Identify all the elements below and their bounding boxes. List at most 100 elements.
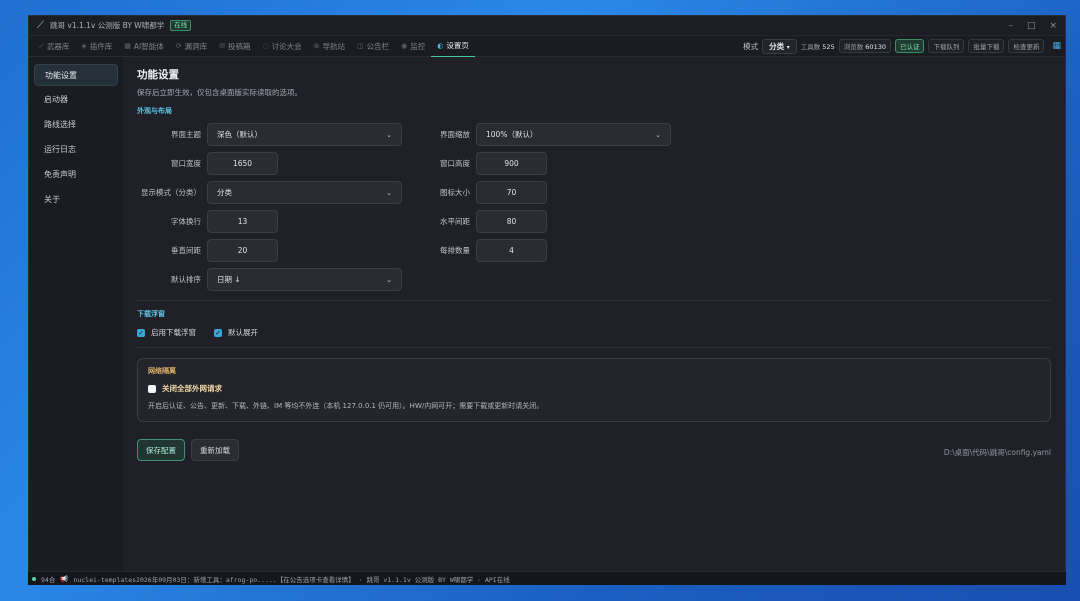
tab-label: AI智能体 xyxy=(133,41,164,51)
zoom-label: 界面缩放 xyxy=(440,130,470,139)
mode-select[interactable]: 分类 ▾ xyxy=(762,38,797,54)
nav-bar: ⟋ 武器库 ◈ 插件库 ▦ AI智能体 ⟳ 漏洞库 ✉ 投稿箱 ◌ 讨论大会 ⊛ 导航站 ◫ 公… xyxy=(29,36,1065,57)
verified-badge: 已认证 xyxy=(894,39,925,53)
tab-label: 讨论大会 xyxy=(271,41,302,51)
online-badge: 在线 xyxy=(170,20,192,31)
views-label: 浏览数 xyxy=(843,43,864,51)
zoom-field: 界面缩放 100%（默认） ⌄ xyxy=(414,123,701,146)
theme-select[interactable]: 深色（默认） ⌄ xyxy=(207,123,402,146)
chevron-down-icon: ⌄ xyxy=(655,130,661,139)
refresh-icon: ⟳ xyxy=(175,42,182,50)
views-count: 浏览数 60130 xyxy=(838,39,891,53)
width-input[interactable]: 1650 xyxy=(207,152,278,175)
height-input[interactable]: 900 xyxy=(476,152,547,175)
megaphone-icon: 📢 xyxy=(60,574,69,583)
tab-notice[interactable]: ◫ 公告栏 xyxy=(351,36,395,57)
height-field: 窗口高度 900 xyxy=(414,152,701,175)
v-spacing-input[interactable]: 20 xyxy=(207,239,278,262)
default-expand-label: 默认展开 xyxy=(228,328,258,337)
settings-panel: 功能设置 保存后立即生效，仅包含桌面版实际读取的选项。 外观与布局 界面主题 深… xyxy=(123,57,1065,584)
h-spacing-label: 水平间距 xyxy=(440,217,470,226)
height-label: 窗口高度 xyxy=(440,159,470,168)
tab-weapons[interactable]: ⟋ 武器库 xyxy=(33,36,75,57)
compass-icon: ⊛ xyxy=(313,42,320,50)
sidebar-item-launcher[interactable]: 启动器 xyxy=(34,89,118,111)
save-config-button[interactable]: 保存配置 xyxy=(137,439,185,461)
inbox-icon: ✉ xyxy=(219,42,226,50)
batch-download-button[interactable]: 批量下载 xyxy=(968,39,1005,53)
minimize-icon[interactable]: – xyxy=(1008,21,1013,31)
per-row-input[interactable]: 4 xyxy=(476,239,547,262)
config-path: D:\桌面\代码\跳哥\config.yaml xyxy=(943,448,1051,457)
maximize-icon[interactable]: □ xyxy=(1027,21,1036,31)
close-icon[interactable]: × xyxy=(1049,21,1057,31)
theme-field: 界面主题 深色（默认） ⌄ xyxy=(137,123,414,146)
sword-icon: ⟋ xyxy=(39,41,44,50)
tab-vulns[interactable]: ⟳ 漏洞库 xyxy=(170,36,213,57)
grid-icon[interactable]: ▦ xyxy=(1048,41,1061,51)
sidebar-item-about[interactable]: 关于 xyxy=(34,189,118,211)
tab-label: 监控 xyxy=(410,41,426,51)
chevron-down-icon: ⌄ xyxy=(386,130,392,139)
section-download-title: 下载浮窗 xyxy=(137,310,165,318)
font-line-label: 字体换行 xyxy=(171,217,201,226)
icon-size-input[interactable]: 70 xyxy=(476,181,547,204)
checkbox-unchecked-icon xyxy=(148,384,156,393)
tab-navsite[interactable]: ⊛ 导航站 xyxy=(308,36,351,57)
sidebar-item-disclaimer[interactable]: 免责声明 xyxy=(34,164,118,186)
default-expand-checkbox[interactable]: ✓ 默认展开 xyxy=(214,327,258,338)
reload-button[interactable]: 重新加载 xyxy=(191,439,239,461)
network-title: 网络隔离 xyxy=(148,367,176,375)
display-mode-field: 显示模式（分类） 分类 ⌄ xyxy=(137,181,414,204)
tab-discussion[interactable]: ◌ 讨论大会 xyxy=(257,36,308,57)
sort-select[interactable]: 日期 ↓ ⌄ xyxy=(207,268,402,291)
bell-icon: ◫ xyxy=(357,42,364,50)
tab-submit[interactable]: ✉ 投稿箱 xyxy=(213,36,256,57)
page-subtitle: 保存后立即生效，仅包含桌面版实际读取的选项。 xyxy=(137,88,302,97)
zoom-select[interactable]: 100%（默认） ⌄ xyxy=(476,123,671,146)
content-area: 功能设置 启动器 路线选择 运行日志 免责声明 关于 功能设置 保存后立即生效，… xyxy=(29,57,1065,584)
sidebar-item-route[interactable]: 路线选择 xyxy=(34,114,118,136)
v-spacing-label: 垂直间距 xyxy=(171,246,201,255)
h-spacing-field: 水平间距 80 xyxy=(414,210,701,233)
status-online: 94合 xyxy=(41,575,56,584)
sidebar-item-logs[interactable]: 运行日志 xyxy=(34,139,118,161)
icon-size-label: 图标大小 xyxy=(440,188,470,197)
sidebar: 功能设置 启动器 路线选择 运行日志 免责声明 关于 xyxy=(29,57,123,584)
display-mode-label: 显示模式（分类） xyxy=(141,188,201,197)
tab-plugins[interactable]: ◈ 插件库 xyxy=(75,36,118,57)
tab-label: 漏洞库 xyxy=(184,41,208,51)
width-label: 窗口宽度 xyxy=(171,159,201,168)
tab-label: 武器库 xyxy=(46,41,70,51)
tab-label: 插件库 xyxy=(89,41,113,51)
checkbox-checked-icon: ✓ xyxy=(214,328,222,337)
disable-network-checkbox[interactable]: 关闭全部外网请求 xyxy=(148,383,1040,394)
enable-float-checkbox[interactable]: ✓ 启用下载浮窗 xyxy=(137,327,196,338)
check-update-button[interactable]: 检查更新 xyxy=(1008,39,1045,53)
download-options: ✓ 启用下载浮窗 ✓ 默认展开 xyxy=(137,327,1051,338)
divider xyxy=(137,300,1051,301)
per-row-label: 每排数量 xyxy=(440,246,470,255)
tab-settings[interactable]: ◐ 设置页 xyxy=(431,36,475,57)
status-bar: 94合 📢 nuclei-templates2026年09月03日：新增工具：a… xyxy=(28,571,1066,585)
download-queue-button[interactable]: 下载队列 xyxy=(928,39,965,53)
sidebar-item-settings[interactable]: 功能设置 xyxy=(34,64,118,86)
sort-value: 日期 ↓ xyxy=(217,275,241,284)
tab-ai[interactable]: ▦ AI智能体 xyxy=(118,36,169,57)
tools-count: 工具数 525 xyxy=(801,41,835,51)
chevron-down-icon: ⌄ xyxy=(386,275,392,284)
tab-monitor[interactable]: ◉ 监控 xyxy=(395,36,431,57)
app-window: ⟋ 跳哥 v1.1.1v 公测版 BY W啸都学 在线 – □ × ⟋ 武器库 ◈… xyxy=(28,15,1066,585)
title-bar: ⟋ 跳哥 v1.1.1v 公测版 BY W啸都学 在线 – □ × xyxy=(29,16,1065,36)
tab-label: 公告栏 xyxy=(366,41,390,51)
h-spacing-input[interactable]: 80 xyxy=(476,210,547,233)
chevron-down-icon: ▾ xyxy=(786,43,790,51)
tab-label: 设置页 xyxy=(446,41,469,50)
appearance-form: 界面主题 深色（默认） ⌄ 界面缩放 100%（默认） ⌄ 窗口宽度 1650 窗口… xyxy=(137,123,1051,291)
mode-label: 模式 xyxy=(743,41,759,51)
theme-value: 深色（默认） xyxy=(217,130,262,139)
sort-field: 默认排序 日期 ↓ ⌄ xyxy=(137,268,414,291)
font-line-input[interactable]: 13 xyxy=(207,210,278,233)
display-mode-select[interactable]: 分类 ⌄ xyxy=(207,181,402,204)
section-appearance-title: 外观与布局 xyxy=(137,107,172,115)
